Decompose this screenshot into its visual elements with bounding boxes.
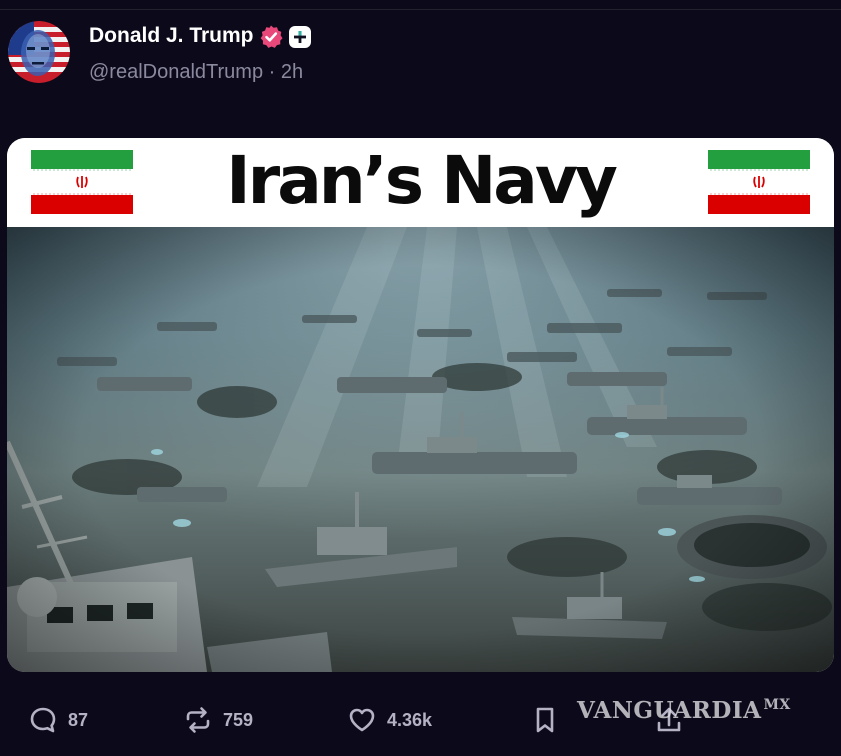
iran-flag-icon — [708, 150, 810, 214]
media-banner: Iran’s Navy — [7, 138, 834, 227]
handle-text[interactable]: @realDonaldTrump — [89, 61, 263, 83]
watermark-text: VANGUARDIA — [577, 697, 762, 724]
author-name[interactable]: Donald J. Trump — [89, 23, 254, 49]
author-handle: @realDonaldTrump · 2h — [89, 60, 303, 84]
plus-icon[interactable] — [289, 26, 311, 48]
bookmark-button[interactable] — [530, 704, 560, 736]
post-time[interactable]: 2h — [281, 61, 303, 83]
repost-count: 759 — [223, 709, 254, 730]
watermark: VANGUARDIA MX — [577, 697, 791, 724]
avatar[interactable] — [8, 21, 70, 83]
post-view: Donald J. Trump @realDonaldTrump · 2h Ir… — [0, 0, 841, 756]
repost-button[interactable]: 759 — [183, 704, 253, 736]
reply-count: 87 — [68, 709, 89, 730]
like-count: 4.36k — [387, 709, 433, 730]
underwater-shipwreck-image — [7, 227, 834, 672]
heart-icon — [349, 708, 375, 732]
comment-icon — [30, 707, 56, 733]
verified-badge-icon — [258, 24, 284, 50]
divider — [0, 9, 841, 10]
bookmark-icon — [536, 707, 554, 733]
separator: · — [268, 61, 276, 83]
avatar-image — [8, 21, 70, 83]
repost-icon — [186, 707, 210, 733]
post-media[interactable]: Iran’s Navy — [7, 138, 834, 672]
reply-button[interactable]: 87 — [28, 704, 88, 736]
like-button[interactable]: 4.36k — [347, 704, 432, 736]
